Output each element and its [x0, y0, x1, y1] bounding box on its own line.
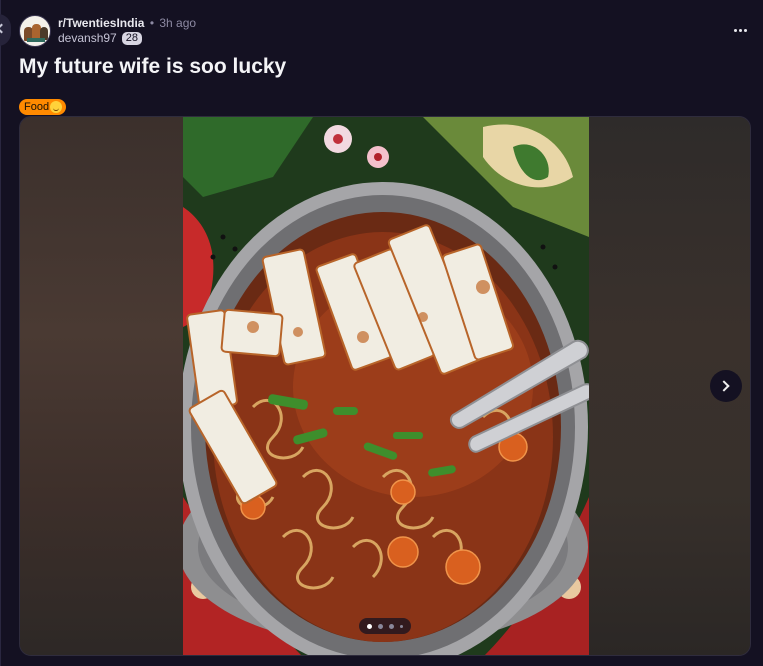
- pagination-dot-2[interactable]: [378, 623, 383, 629]
- more-options-button[interactable]: [731, 23, 749, 37]
- post-header: r/TwentiesIndia • 3h ago devansh97 28: [19, 15, 749, 47]
- chevron-left-icon: [0, 23, 7, 34]
- flair-label: Food: [24, 101, 50, 113]
- subreddit-link[interactable]: r/TwentiesIndia: [58, 16, 144, 30]
- pagination-dot-3[interactable]: [389, 623, 394, 629]
- media-carousel[interactable]: [19, 116, 751, 656]
- pagination-dot-1[interactable]: [367, 623, 372, 629]
- post-time: 3h ago: [159, 16, 197, 30]
- subreddit-avatar[interactable]: [19, 15, 51, 47]
- smiling-face-icon: [50, 101, 63, 113]
- post-title[interactable]: My future wife is soo lucky: [19, 55, 286, 79]
- post-flair[interactable]: Food: [19, 99, 67, 115]
- pagination-dot-4[interactable]: [400, 624, 403, 628]
- author-line: devansh97 28: [58, 31, 142, 45]
- chevron-right-icon: [718, 380, 730, 392]
- back-button[interactable]: [0, 14, 11, 46]
- noodle-bowl-illustration: [183, 117, 589, 655]
- post-page: r/TwentiesIndia • 3h ago devansh97 28 My…: [0, 0, 763, 666]
- post-image[interactable]: [183, 117, 589, 655]
- carousel-pagination: [359, 618, 411, 634]
- blurred-backdrop-left: [20, 117, 184, 655]
- next-slide-button[interactable]: [710, 370, 742, 402]
- post-meta: r/TwentiesIndia • 3h ago: [58, 16, 196, 30]
- author-username[interactable]: devansh97: [58, 31, 117, 45]
- user-badge: 28: [121, 31, 142, 45]
- more-options-icon: [733, 28, 737, 32]
- meta-separator: •: [149, 16, 155, 30]
